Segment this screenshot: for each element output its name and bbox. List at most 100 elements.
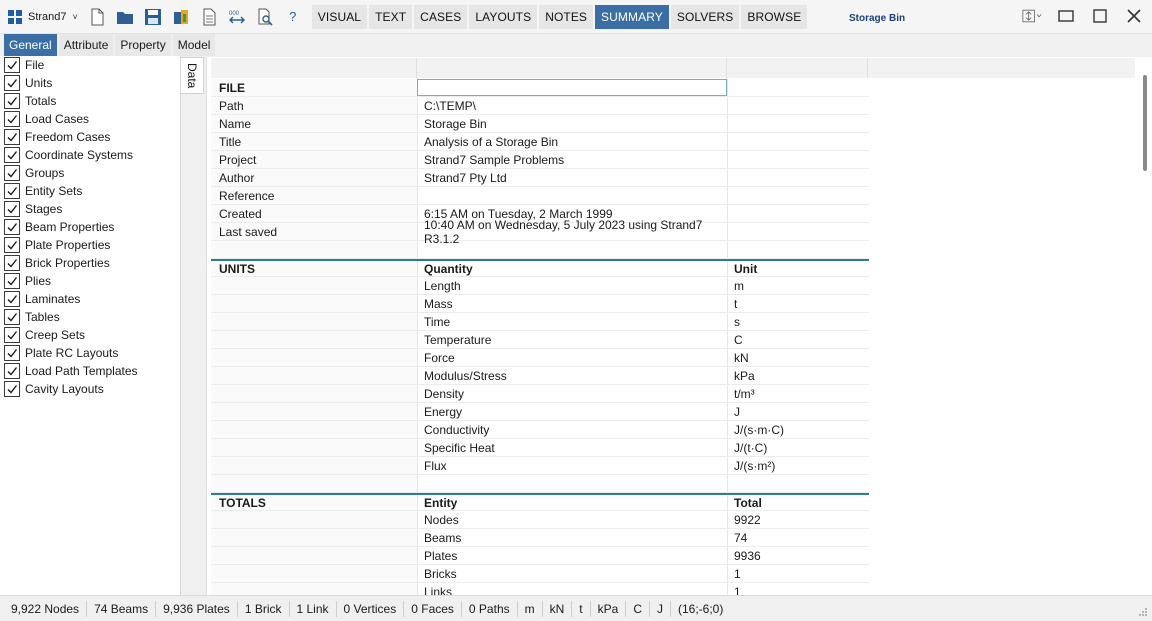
- checkbox[interactable]: [4, 309, 20, 325]
- checkbox[interactable]: [4, 363, 20, 379]
- section-item-label: Beam Properties: [25, 220, 115, 234]
- layout-options-icon[interactable]: [1022, 6, 1042, 26]
- section-item-load-cases[interactable]: Load Cases: [0, 110, 180, 128]
- tab-notes[interactable]: NOTES: [539, 4, 594, 29]
- left-tab-model[interactable]: Model: [172, 34, 216, 56]
- section-item-cavity-layouts[interactable]: Cavity Layouts: [0, 380, 180, 398]
- cell-value: [417, 475, 727, 492]
- section-item-groups[interactable]: Groups: [0, 164, 180, 182]
- section-item-totals[interactable]: Totals: [0, 92, 180, 110]
- checkbox[interactable]: [4, 255, 20, 271]
- section-item-brick-properties[interactable]: Brick Properties: [0, 254, 180, 272]
- help-icon[interactable]: ?: [280, 4, 306, 30]
- cell-extra: t/m³: [727, 385, 868, 402]
- tab-browse[interactable]: BROWSE: [741, 4, 808, 29]
- checkbox[interactable]: [4, 273, 20, 289]
- checkbox[interactable]: [4, 165, 20, 181]
- section-item-freedom-cases[interactable]: Freedom Cases: [0, 128, 180, 146]
- cell-extra: t: [727, 295, 868, 312]
- maximize-icon[interactable]: [1090, 6, 1110, 26]
- cell-label: [211, 457, 417, 474]
- section-item-laminates[interactable]: Laminates: [0, 290, 180, 308]
- section-item-plies[interactable]: Plies: [0, 272, 180, 290]
- minimize-icon[interactable]: [1056, 6, 1076, 26]
- checkbox[interactable]: [4, 327, 20, 343]
- status-bar: 9,922 Nodes 74 Beams 9,936 Plates 1 Brick 1 …: [0, 595, 1152, 621]
- close-icon[interactable]: [1124, 6, 1144, 26]
- checkbox[interactable]: [4, 93, 20, 109]
- checkbox[interactable]: [4, 237, 20, 253]
- clipboard-icon[interactable]: [168, 4, 194, 30]
- table-row: Density t/m³: [211, 385, 869, 403]
- checkbox[interactable]: [4, 111, 20, 127]
- cell-label: [211, 583, 417, 595]
- new-file-icon[interactable]: [84, 4, 110, 30]
- tab-solvers[interactable]: SOLVERS: [670, 4, 740, 29]
- section-item-plate-rc-layouts[interactable]: Plate RC Layouts: [0, 344, 180, 362]
- section-item-units[interactable]: Units: [0, 74, 180, 92]
- section-item-label: Tables: [25, 310, 60, 324]
- table-row: Time s: [211, 313, 869, 331]
- section-item-label: Load Path Templates: [25, 364, 138, 378]
- checkbox[interactable]: [4, 219, 20, 235]
- section-item-beam-properties[interactable]: Beam Properties: [0, 218, 180, 236]
- app-menu-button[interactable]: Strand7 ˅: [0, 0, 78, 34]
- tab-summary[interactable]: SUMMARY: [595, 4, 669, 29]
- tab-layouts[interactable]: LAYOUTS: [469, 4, 538, 29]
- section-item-stages[interactable]: Stages: [0, 200, 180, 218]
- table-row: Beams 74: [211, 529, 869, 547]
- checkbox[interactable]: [4, 291, 20, 307]
- cell-label: TOTALS: [211, 495, 417, 510]
- vertical-scrollbar[interactable]: [1138, 57, 1152, 595]
- table-row: Author Strand7 Pty Ltd: [211, 169, 869, 187]
- section-item-entity-sets[interactable]: Entity Sets: [0, 182, 180, 200]
- open-folder-icon[interactable]: [112, 4, 138, 30]
- tab-visual[interactable]: VISUAL: [311, 4, 368, 29]
- renumber-icon[interactable]: 000: [224, 4, 250, 30]
- cell-value: Specific Heat: [417, 439, 727, 456]
- cell-label: Last saved: [211, 223, 417, 240]
- table-row: Plates 9936: [211, 547, 869, 565]
- document-icon[interactable]: [196, 4, 222, 30]
- table-row: Nodes 9922: [211, 511, 869, 529]
- section-item-load-path-templates[interactable]: Load Path Templates: [0, 362, 180, 380]
- checkbox[interactable]: [4, 201, 20, 217]
- section-item-plate-properties[interactable]: Plate Properties: [0, 236, 180, 254]
- section-item-coordinate-systems[interactable]: Coordinate Systems: [0, 146, 180, 164]
- section-item-file[interactable]: File: [0, 56, 180, 74]
- checkbox[interactable]: [4, 75, 20, 91]
- cell-value: Bricks: [417, 565, 727, 582]
- cell-value: Plates: [417, 547, 727, 564]
- cell-label: [211, 421, 417, 438]
- resize-grip-icon[interactable]: [1138, 607, 1148, 617]
- checkbox[interactable]: [4, 129, 20, 145]
- table-row: Reference: [211, 187, 869, 205]
- save-icon[interactable]: [140, 4, 166, 30]
- checkbox[interactable]: [4, 183, 20, 199]
- checkbox[interactable]: [4, 147, 20, 163]
- data-side-tab[interactable]: Data: [181, 57, 204, 94]
- left-tab-general[interactable]: General: [4, 34, 57, 56]
- section-item-label: Laminates: [25, 292, 81, 306]
- section-item-tables[interactable]: Tables: [0, 308, 180, 326]
- table-row: Last saved 10:40 AM on Wednesday, 5 July …: [211, 218, 869, 246]
- section-item-creep-sets[interactable]: Creep Sets: [0, 326, 180, 344]
- left-tab-property[interactable]: Property: [115, 34, 171, 56]
- cell-label: [211, 241, 417, 258]
- tab-text[interactable]: TEXT: [369, 4, 413, 29]
- checkbox[interactable]: [4, 57, 20, 73]
- tab-cases[interactable]: CASES: [414, 4, 468, 29]
- cell-extra: 9922: [727, 511, 868, 528]
- checkbox[interactable]: [4, 345, 20, 361]
- units-section-header: UNITS Quantity Unit: [211, 259, 869, 277]
- cell-value: Strand7 Sample Problems: [417, 151, 727, 168]
- cell-label: [211, 439, 417, 456]
- cell-value: Time: [417, 313, 727, 330]
- cell-extra: 1: [727, 583, 868, 595]
- checkbox[interactable]: [4, 381, 20, 397]
- cell-value[interactable]: [417, 79, 727, 96]
- left-tab-attribute[interactable]: Attribute: [58, 34, 114, 56]
- scrollbar-thumb[interactable]: [1143, 75, 1147, 171]
- search-document-icon[interactable]: [252, 4, 278, 30]
- cell-value: Length: [417, 277, 727, 294]
